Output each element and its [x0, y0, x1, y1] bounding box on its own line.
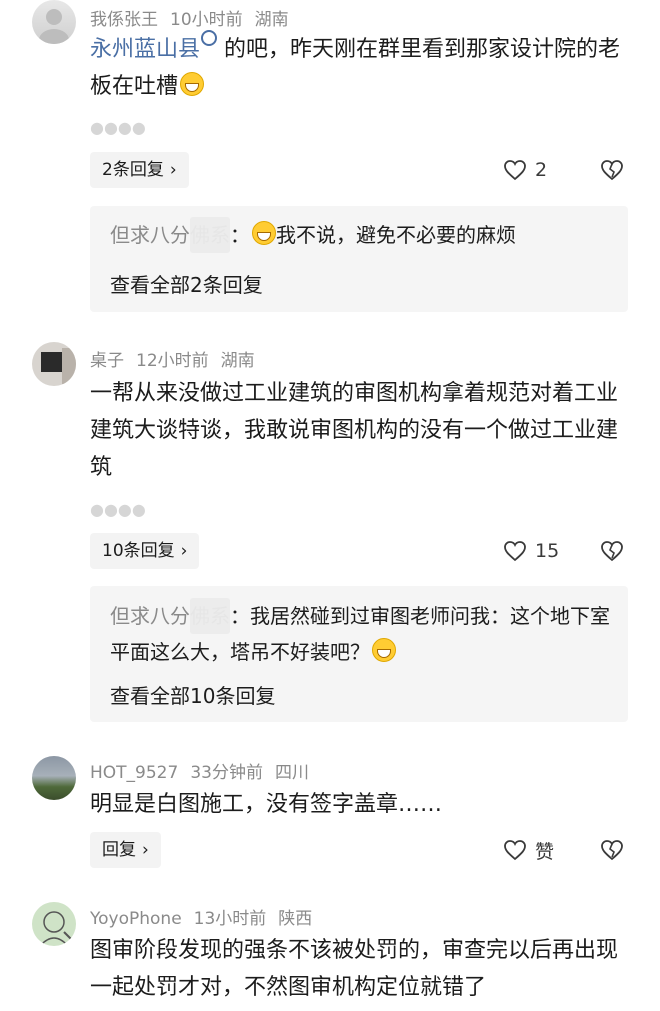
- avatar-photo-icon: [41, 348, 76, 384]
- broken-heart-icon[interactable]: [600, 539, 624, 563]
- like-button[interactable]: 赞: [503, 832, 554, 868]
- replies-toggle-button[interactable]: 10条回复 ›: [90, 533, 200, 569]
- comment-time: 33分钟前: [190, 763, 263, 783]
- like-button[interactable]: 2: [503, 152, 547, 188]
- comment-time: 13小时前: [193, 909, 267, 929]
- chevron-right-icon: ›: [169, 160, 177, 180]
- search-link[interactable]: 永州蓝山县: [90, 37, 200, 62]
- avatar[interactable]: [32, 342, 76, 386]
- broken-heart-icon[interactable]: [600, 838, 624, 862]
- like-label: 赞: [535, 840, 555, 863]
- view-all-replies-link[interactable]: 查看全部2条回复: [110, 269, 263, 298]
- translate-hint: ●●●●: [90, 500, 146, 519]
- comment-text: 图审阶段发现的强条不该被处罚的，审查完以后再出现一起处罚才对，不然图审机构定位就…: [90, 938, 619, 1000]
- comment-text: 一帮从来没做过工业建筑的审图机构拿着规范对着工业建筑大谈特谈，我敢说审图机构的没…: [90, 381, 619, 480]
- cartoon-avatar-icon: [39, 911, 75, 946]
- chevron-right-icon: ›: [180, 541, 188, 561]
- avatar[interactable]: [32, 902, 76, 946]
- chevron-right-icon: ›: [142, 840, 149, 860]
- thread-author[interactable]: 但求八分: [110, 604, 190, 628]
- thread-author[interactable]: 但求八分: [110, 223, 190, 247]
- comment-author[interactable]: YoyoPhone: [90, 909, 182, 929]
- comment-meta: 我係张王 10小时前 湖南: [90, 5, 301, 30]
- thread-reply: 但求八分佛系： 我不说，避免不必要的麻烦: [110, 217, 610, 253]
- default-avatar-icon: [39, 9, 69, 44]
- comment-author[interactable]: HOT_9527: [90, 763, 178, 783]
- grin-emoji-icon: [180, 72, 205, 96]
- like-count: 15: [535, 540, 560, 562]
- view-all-replies-link[interactable]: 查看全部10条回复: [110, 680, 275, 709]
- laugh-cry-emoji-icon: [372, 638, 396, 662]
- comment-time: 10小时前: [170, 10, 243, 30]
- comment-text: 永州蓝山县 的吧，昨天刚在群里看到那家设计院的老板在吐槽: [90, 30, 630, 105]
- reply-thread[interactable]: 但求八分佛系：我居然碰到过审图老师问我：这个地下室平面这么大，塔吊不好装吧？ 查…: [90, 586, 628, 722]
- comment-location: 湖南: [220, 351, 255, 371]
- translate-hint: ●●●●: [90, 118, 146, 137]
- heart-outline-icon: [504, 840, 526, 861]
- reply-thread[interactable]: 但求八分佛系： 我不说，避免不必要的麻烦 查看全部2条回复: [90, 206, 628, 312]
- like-button[interactable]: 15: [503, 533, 559, 569]
- broken-heart-icon[interactable]: [600, 158, 624, 182]
- avatar[interactable]: [32, 756, 76, 800]
- grin-emoji-icon: [252, 221, 276, 245]
- comment-meta: YoyoPhone 13小时前 陕西: [90, 904, 324, 929]
- like-count: 2: [535, 159, 548, 181]
- thread-reply: 但求八分佛系：我居然碰到过审图老师问我：这个地下室平面这么大，塔吊不好装吧？: [110, 598, 610, 670]
- heart-outline-icon: [504, 160, 526, 181]
- comment-location: 四川: [274, 763, 309, 783]
- comment-time: 12小时前: [136, 351, 209, 371]
- comment-author[interactable]: 我係张王: [90, 10, 158, 30]
- comment-location: 陕西: [278, 909, 313, 929]
- comment-meta: HOT_9527 33分钟前 四川: [90, 758, 321, 783]
- comment-location: 湖南: [254, 10, 289, 30]
- comment-author[interactable]: 桌子: [90, 351, 124, 371]
- reply-button[interactable]: 回复 ›: [90, 832, 161, 868]
- search-pin-icon[interactable]: [201, 30, 218, 46]
- heart-outline-icon: [504, 541, 526, 562]
- replies-toggle-button[interactable]: 2条回复 ›: [90, 152, 189, 188]
- avatar[interactable]: [32, 0, 76, 44]
- comment-meta: 桌子 12小时前 湖南: [90, 346, 267, 371]
- comment-text: 明显是白图施工，没有签字盖章……: [90, 792, 443, 817]
